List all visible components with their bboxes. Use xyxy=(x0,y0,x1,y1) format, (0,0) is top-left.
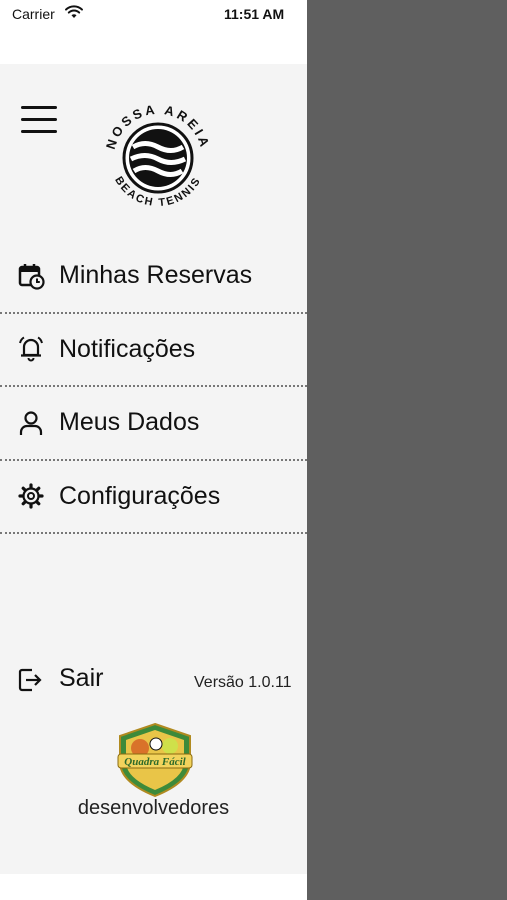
drawer-overlay[interactable] xyxy=(307,0,507,900)
menu-item-notificacoes[interactable]: Notificações xyxy=(0,314,307,387)
menu-item-meus-dados[interactable]: Meus Dados xyxy=(0,387,307,461)
menu-item-label: Meus Dados xyxy=(59,408,200,437)
menu-item-label: Configurações xyxy=(59,481,221,510)
menu-toggle-button[interactable] xyxy=(21,106,59,136)
badge-text: Quadra Fácil xyxy=(124,756,186,768)
menu-item-label: Minhas Reservas xyxy=(59,261,253,290)
side-drawer: Carrier 11:51 AM NOSSA AREIA BEACH TENNI… xyxy=(0,0,307,900)
wifi-icon xyxy=(65,5,83,18)
menu-item-label: Notificações xyxy=(59,334,196,363)
carrier-label: Carrier xyxy=(12,6,55,22)
hamburger-line xyxy=(21,118,57,121)
calendar-clock-icon xyxy=(16,261,46,291)
quadra-facil-logo: Quadra Fácil xyxy=(117,722,193,798)
app-version: Versão 1.0.11 xyxy=(194,674,292,691)
menu-item-configuracoes[interactable]: Configurações xyxy=(0,461,307,534)
nossa-areia-logo: NOSSA AREIA BEACH TENNIS xyxy=(103,102,210,209)
user-icon xyxy=(16,408,46,438)
bell-icon xyxy=(16,334,46,364)
hamburger-line xyxy=(21,106,57,109)
home-indicator-area xyxy=(0,874,307,900)
logout-label: Sair xyxy=(59,664,104,692)
hamburger-line xyxy=(21,130,57,133)
status-time: 11:51 AM xyxy=(224,6,285,22)
gear-icon xyxy=(16,481,46,511)
menu-item-minhas-reservas[interactable]: Minhas Reservas xyxy=(0,240,307,314)
logout-icon xyxy=(16,666,46,696)
developer-label: desenvolvedores xyxy=(77,797,230,819)
status-bar: Carrier 11:51 AM xyxy=(0,0,307,64)
drawer-menu: Minhas Reservas Notificações Meus Dados … xyxy=(0,240,307,534)
